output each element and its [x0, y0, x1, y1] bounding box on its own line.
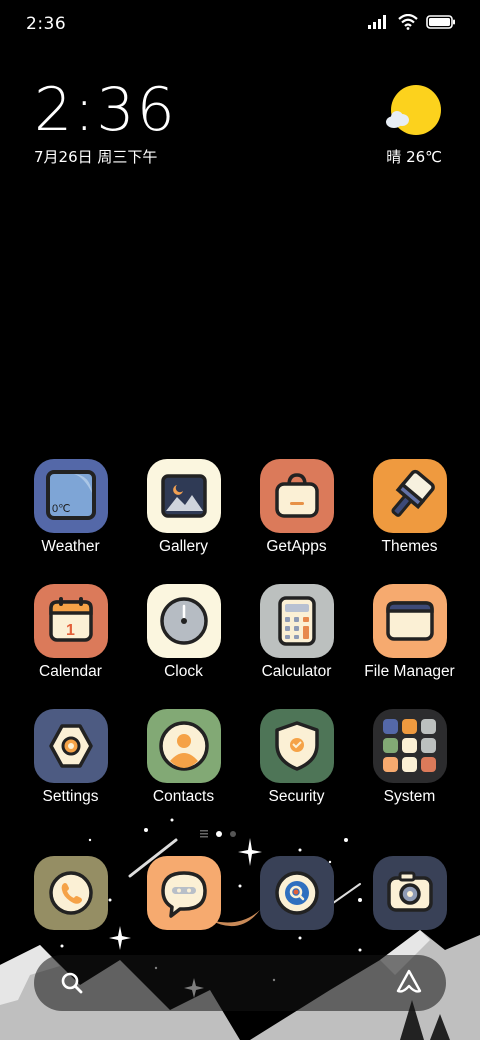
widget-time: 2:36: [34, 75, 177, 145]
weather-icon: 0℃: [33, 459, 108, 533]
app-label: Security: [268, 788, 325, 805]
signal-icon: [368, 15, 386, 29]
dock-messages[interactable]: [147, 856, 221, 930]
app-gallery[interactable]: Gallery: [127, 459, 240, 556]
app-system-folder[interactable]: System: [353, 709, 466, 806]
browser-search-icon: [275, 871, 319, 915]
app-label: Themes: [381, 538, 438, 555]
camera-icon: [387, 871, 433, 912]
assistant-icon[interactable]: [396, 969, 422, 995]
app-label: Settings: [42, 788, 99, 805]
app-settings[interactable]: Settings: [14, 709, 127, 806]
app-label: File Manager: [364, 663, 455, 680]
app-label: Calculator: [261, 663, 332, 680]
shield-icon: [259, 709, 334, 783]
app-contacts[interactable]: Contacts: [127, 709, 240, 806]
app-file-manager[interactable]: File Manager: [353, 584, 466, 681]
themes-icon: [372, 459, 447, 533]
app-themes[interactable]: Themes: [353, 459, 466, 556]
clock-icon: [146, 584, 221, 658]
folder-icon: [372, 584, 447, 658]
wifi-icon: [398, 14, 418, 30]
app-calculator[interactable]: Calculator: [240, 584, 353, 681]
svg-text:0℃: 0℃: [52, 503, 70, 515]
dock-browser[interactable]: [260, 856, 334, 930]
page-dot-active[interactable]: [216, 831, 222, 837]
phone-icon: [49, 871, 93, 915]
status-icons: [368, 14, 456, 30]
weather-text: 晴 26℃: [386, 148, 442, 166]
app-security[interactable]: Security: [240, 709, 353, 806]
app-label: System: [383, 788, 436, 805]
weather-widget[interactable]: [384, 84, 444, 144]
app-label: Contacts: [152, 788, 215, 805]
app-label: GetApps: [266, 538, 327, 555]
dock-camera[interactable]: [373, 856, 447, 930]
app-weather[interactable]: 0℃ Weather: [14, 459, 127, 556]
app-calendar[interactable]: 1 Calendar: [14, 584, 127, 681]
settings-gear-icon: [33, 709, 108, 783]
sunny-icon: [386, 85, 441, 135]
clock-widget[interactable]: 2:36 7月26日 周三下午: [34, 78, 177, 167]
calculator-icon: [259, 584, 334, 658]
home-list-icon: [200, 830, 208, 838]
widget-date: 7月26日 周三下午: [34, 148, 158, 166]
app-label: Clock: [164, 663, 203, 680]
app-clock[interactable]: Clock: [127, 584, 240, 681]
status-bar: 2:36: [0, 0, 480, 50]
app-label: Calendar: [39, 663, 102, 680]
app-getapps[interactable]: GetApps: [240, 459, 353, 556]
battery-icon: [426, 15, 455, 29]
search-bar[interactable]: [34, 955, 446, 1011]
calendar-icon: 1: [33, 584, 108, 658]
system-folder-icon: [372, 709, 447, 783]
status-time: 2:36: [26, 14, 67, 34]
search-icon[interactable]: [60, 971, 84, 995]
app-label: Weather: [41, 538, 100, 555]
svg-text:1: 1: [66, 622, 75, 639]
messages-icon: [161, 871, 207, 918]
page-indicator[interactable]: [200, 830, 236, 838]
page-dot[interactable]: [230, 831, 236, 837]
gallery-icon: [146, 459, 221, 533]
app-label: Gallery: [158, 538, 209, 555]
dock-phone[interactable]: [34, 856, 108, 930]
contacts-icon: [146, 709, 221, 783]
getapps-icon: [259, 459, 334, 533]
